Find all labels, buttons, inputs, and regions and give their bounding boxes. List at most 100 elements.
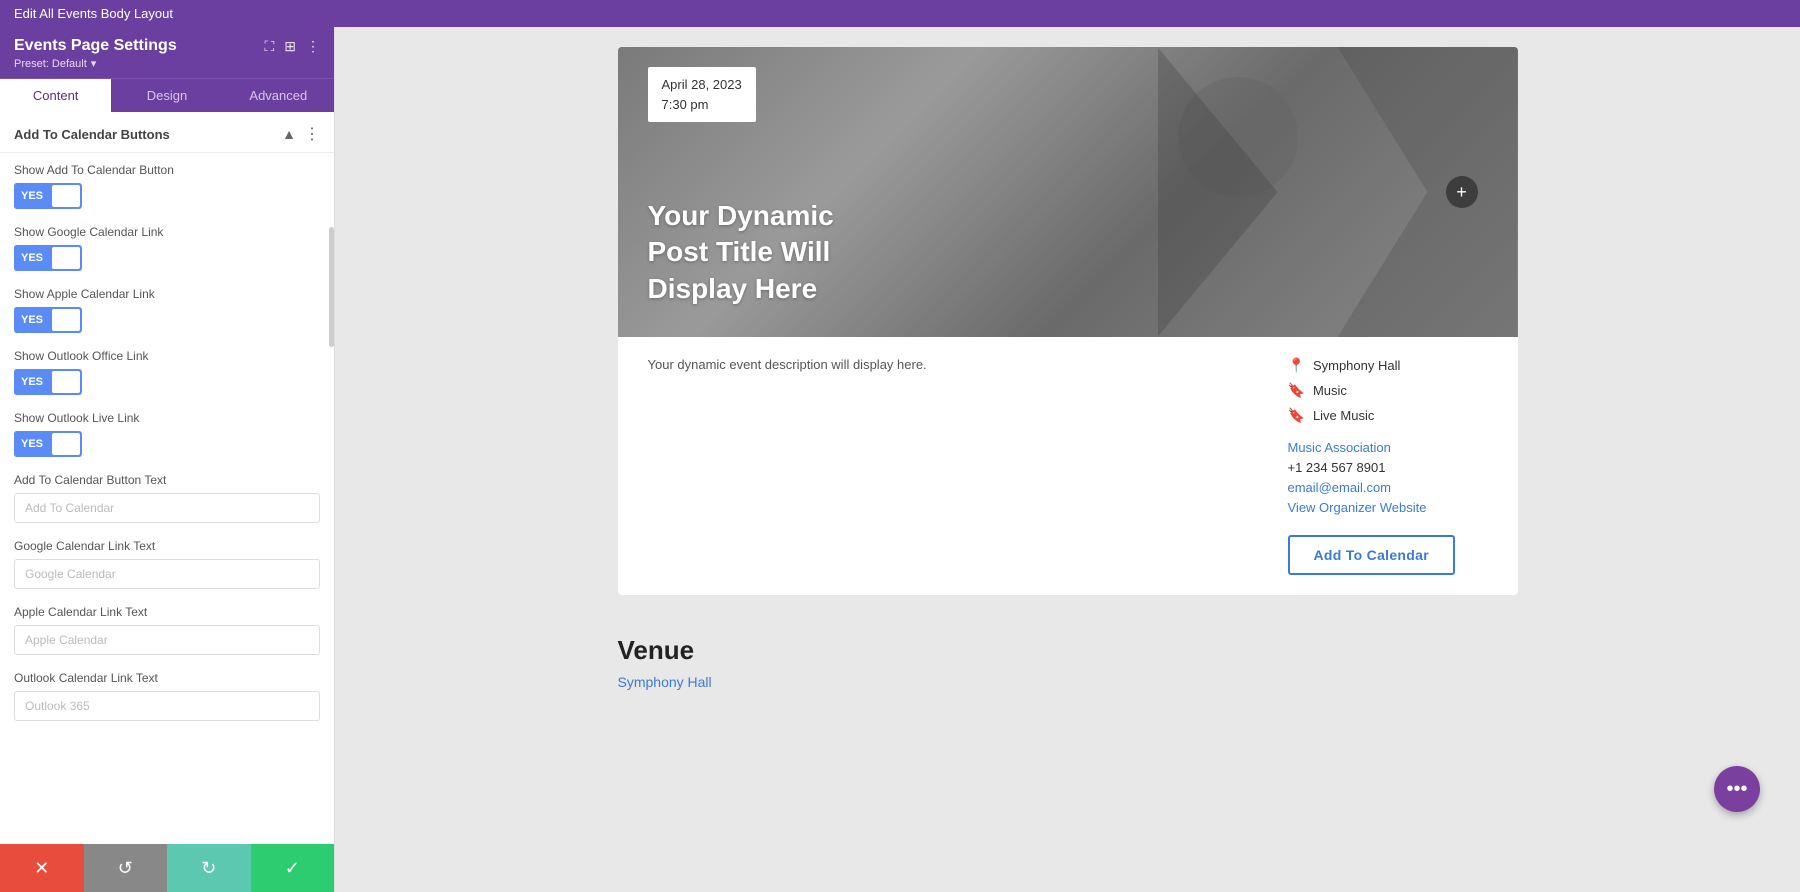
event-time: 7:30 pm xyxy=(662,95,742,115)
event-category-1: Music xyxy=(1313,383,1347,398)
more-options-icon[interactable]: ⋮ xyxy=(306,38,320,55)
setting-show-outlook-live: Show Outlook Live Link YES xyxy=(0,401,334,463)
fullscreen-icon[interactable]: ⛶ xyxy=(264,38,274,55)
toggle-wrap-2: YES xyxy=(14,307,320,333)
venue-section: Venue Symphony Hall xyxy=(618,625,1518,712)
sidebar: Events Page Settings ⛶ ⊞ ⋮ Preset: Defau… xyxy=(0,27,335,892)
section-header-icons: ▲ ⋮ xyxy=(282,124,320,144)
event-banner: April 28, 2023 7:30 pm Your DynamicPost … xyxy=(618,47,1518,337)
section-title: Add To Calendar Buttons xyxy=(14,127,170,142)
add-element-button[interactable]: + xyxy=(1446,176,1478,208)
input-apple-cal-text[interactable] xyxy=(14,625,320,655)
toggle-thumb-3 xyxy=(52,371,80,393)
venue-link[interactable]: Symphony Hall xyxy=(618,674,712,690)
event-meta-location: 📍 Symphony Hall xyxy=(1288,357,1488,374)
event-date: April 28, 2023 xyxy=(662,75,742,95)
setting-outlook-cal-text: Outlook Calendar Link Text xyxy=(0,661,334,727)
input-add-to-cal-text[interactable] xyxy=(14,493,320,523)
top-bar: Edit All Events Body Layout xyxy=(0,0,1800,27)
collapse-icon[interactable]: ▲ xyxy=(282,126,296,142)
main-content: April 28, 2023 7:30 pm Your DynamicPost … xyxy=(335,27,1800,892)
toggle-yes-0: YES xyxy=(14,183,50,209)
sidebar-header: Events Page Settings ⛶ ⊞ ⋮ Preset: Defau… xyxy=(0,27,334,78)
setting-label-3: Show Outlook Office Link xyxy=(14,349,320,363)
undo-button[interactable]: ↺ xyxy=(84,844,168,892)
setting-apple-cal-text: Apple Calendar Link Text xyxy=(0,595,334,661)
setting-show-apple-link: Show Apple Calendar Link YES xyxy=(0,277,334,339)
event-location: Symphony Hall xyxy=(1313,358,1400,373)
toggle-wrap-3: YES xyxy=(14,369,320,395)
toggle-yes-1: YES xyxy=(14,245,50,271)
bookmark-icon-1: 🔖 xyxy=(1288,382,1305,399)
redo-button[interactable]: ↻ xyxy=(167,844,251,892)
setting-show-outlook-office: Show Outlook Office Link YES xyxy=(0,339,334,401)
input-outlook-cal-text[interactable] xyxy=(14,691,320,721)
sidebar-content: Add To Calendar Buttons ▲ ⋮ Show Add To … xyxy=(0,112,334,844)
tab-bar: Content Design Advanced xyxy=(0,78,334,112)
preset-row: Preset: Default ▾ xyxy=(14,57,320,70)
setting-label-4: Show Outlook Live Link xyxy=(14,411,320,425)
tab-design[interactable]: Design xyxy=(111,79,222,112)
toggle-thumb-2 xyxy=(52,309,80,331)
organizer-phone: +1 234 567 8901 xyxy=(1288,460,1488,475)
location-icon: 📍 xyxy=(1288,357,1305,374)
organizer-links: Music Association +1 234 567 8901 email@… xyxy=(1288,440,1488,515)
input-google-cal-text[interactable] xyxy=(14,559,320,589)
cancel-button[interactable]: ✕ xyxy=(0,844,84,892)
toggle-0[interactable]: YES xyxy=(14,183,82,209)
organizer-website-link[interactable]: View Organizer Website xyxy=(1288,500,1488,515)
setting-label-6: Google Calendar Link Text xyxy=(14,539,320,553)
event-title-overlay: Your DynamicPost Title WillDisplay Here xyxy=(648,198,834,307)
bookmark-icon-2: 🔖 xyxy=(1288,407,1305,424)
event-date-badge: April 28, 2023 7:30 pm xyxy=(648,67,756,122)
toggle-4[interactable]: YES xyxy=(14,431,82,457)
tab-content[interactable]: Content xyxy=(0,79,111,112)
event-card: April 28, 2023 7:30 pm Your DynamicPost … xyxy=(618,47,1518,595)
setting-label-5: Add To Calendar Button Text xyxy=(14,473,320,487)
toggle-wrap-0: YES xyxy=(14,183,320,209)
bottom-toolbar: ✕ ↺ ↻ ✓ xyxy=(0,844,334,892)
setting-label-0: Show Add To Calendar Button xyxy=(14,163,320,177)
setting-label-1: Show Google Calendar Link xyxy=(14,225,320,239)
setting-label-7: Apple Calendar Link Text xyxy=(14,605,320,619)
setting-show-add-to-cal-btn: Show Add To Calendar Button YES xyxy=(0,153,334,215)
setting-add-to-cal-text: Add To Calendar Button Text xyxy=(0,463,334,529)
organizer-email-link[interactable]: email@email.com xyxy=(1288,480,1488,495)
fab-icon: ••• xyxy=(1726,778,1747,801)
scroll-indicator xyxy=(329,227,334,347)
toggle-2[interactable]: YES xyxy=(14,307,82,333)
toggle-wrap-4: YES xyxy=(14,431,320,457)
event-category-2: Live Music xyxy=(1313,408,1374,423)
sidebar-title: Events Page Settings xyxy=(14,37,177,55)
toggle-yes-4: YES xyxy=(14,431,50,457)
event-description: Your dynamic event description will disp… xyxy=(648,357,1258,575)
save-button[interactable]: ✓ xyxy=(251,844,335,892)
organizer-name-link[interactable]: Music Association xyxy=(1288,440,1488,455)
setting-show-google-link: Show Google Calendar Link YES xyxy=(0,215,334,277)
event-meta-category-1: 🔖 Music xyxy=(1288,382,1488,399)
event-meta-sidebar: 📍 Symphony Hall 🔖 Music 🔖 Live Music Mus… xyxy=(1288,357,1488,575)
setting-label-2: Show Apple Calendar Link xyxy=(14,287,320,301)
event-body: Your dynamic event description will disp… xyxy=(618,337,1518,595)
floating-action-button[interactable]: ••• xyxy=(1714,766,1760,812)
toggle-wrap-1: YES xyxy=(14,245,320,271)
venue-title: Venue xyxy=(618,635,1518,666)
toggle-thumb-0 xyxy=(52,185,80,207)
event-description-text: Your dynamic event description will disp… xyxy=(648,357,1258,372)
section-header: Add To Calendar Buttons ▲ ⋮ xyxy=(0,112,334,153)
columns-icon[interactable]: ⊞ xyxy=(284,38,296,55)
toggle-yes-3: YES xyxy=(14,369,50,395)
toggle-3[interactable]: YES xyxy=(14,369,82,395)
preset-label: Preset: Default xyxy=(14,58,87,70)
add-to-calendar-button[interactable]: Add To Calendar xyxy=(1288,535,1455,575)
toggle-thumb-1 xyxy=(52,247,80,269)
event-meta-category-2: 🔖 Live Music xyxy=(1288,407,1488,424)
setting-label-8: Outlook Calendar Link Text xyxy=(14,671,320,685)
top-bar-title: Edit All Events Body Layout xyxy=(14,6,173,21)
tab-advanced[interactable]: Advanced xyxy=(223,79,334,112)
toggle-yes-2: YES xyxy=(14,307,50,333)
setting-google-cal-text: Google Calendar Link Text xyxy=(0,529,334,595)
toggle-1[interactable]: YES xyxy=(14,245,82,271)
section-more-icon[interactable]: ⋮ xyxy=(304,124,320,144)
toggle-thumb-4 xyxy=(52,433,80,455)
